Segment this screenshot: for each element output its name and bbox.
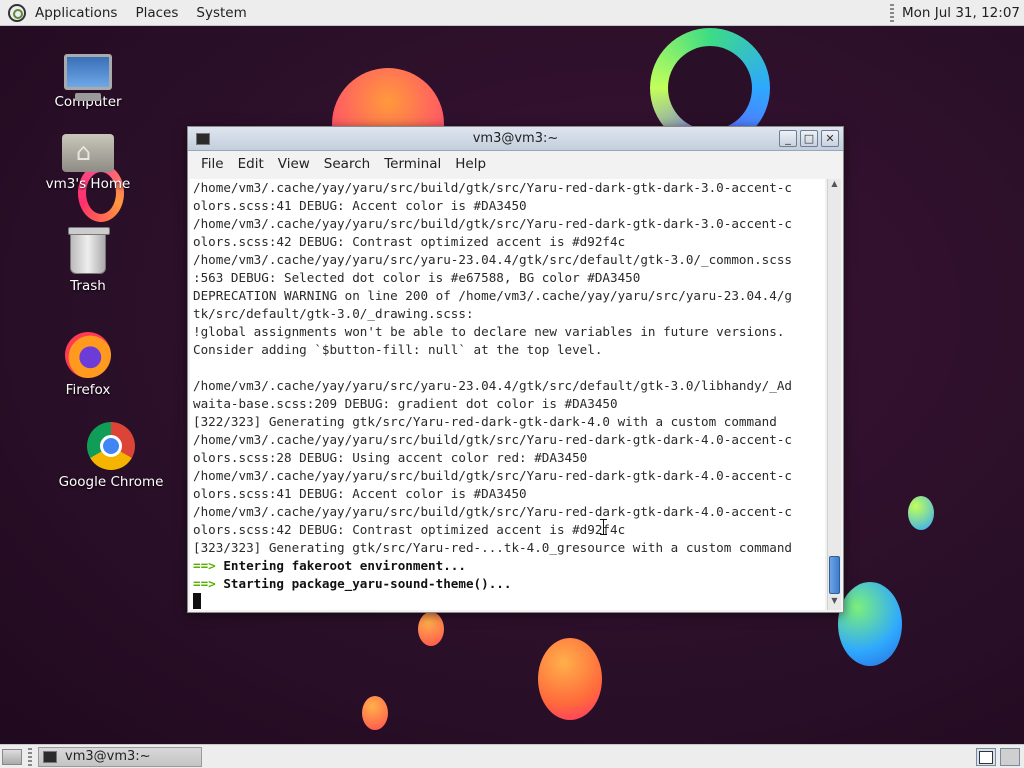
terminal-line: /home/vm3/.cache/yay/yaru/src/build/gtk/… (193, 432, 792, 447)
terminal-app-icon (43, 750, 57, 763)
maximize-button[interactable]: □ (800, 130, 818, 147)
terminal-line: :563 DEBUG: Selected dot color is #e6758… (193, 270, 641, 285)
terminal-cursor (193, 593, 201, 609)
taskbar-item-terminal[interactable]: vm3@vm3:~ (38, 746, 202, 767)
terminal-line: olors.scss:41 DEBUG: Accent color is #DA… (193, 198, 527, 213)
terminal-line: tk/src/default/gtk-3.0/_drawing.scss: (193, 306, 474, 321)
scroll-down-arrow-icon[interactable]: ▼ (828, 596, 841, 608)
desktop-icon-trash[interactable]: Trash (28, 226, 148, 294)
decor-small-orange-circle (362, 696, 388, 730)
show-desktop-icon[interactable] (2, 748, 22, 765)
terminal-prompt-line (193, 593, 825, 610)
scroll-up-arrow-icon[interactable]: ▲ (828, 179, 841, 191)
applications-menu[interactable]: Applications (26, 5, 126, 21)
terminal-line: /home/vm3/.cache/yay/yaru/src/build/gtk/… (193, 468, 792, 483)
terminal-status-line: ==> Entering fakeroot environment... (193, 557, 825, 575)
terminal-line: Consider adding `$button-fill: null` at … (193, 342, 603, 357)
terminal-window[interactable]: vm3@vm3:~ _ □ ✕ File Edit View Search Te… (187, 126, 844, 613)
panel-handle-icon (28, 747, 32, 766)
system-menu[interactable]: System (187, 5, 255, 21)
terminal-line: /home/vm3/.cache/yay/yaru/src/build/gtk/… (193, 216, 792, 231)
minimize-button[interactable]: _ (779, 130, 797, 147)
terminal-app-icon[interactable] (196, 132, 210, 145)
decor-blue-green-oval (838, 582, 902, 666)
desktop-icon-label: Trash (70, 278, 106, 294)
workspace-1[interactable] (976, 747, 996, 766)
desktop-icon-home[interactable]: vm3's Home (28, 126, 148, 192)
scrollbar-thumb[interactable] (829, 556, 840, 594)
menu-file[interactable]: File (194, 156, 231, 172)
status-arrow: ==> (193, 576, 216, 591)
terminal-line: /home/vm3/.cache/yay/yaru/src/yaru-23.04… (193, 252, 792, 267)
distro-logo-icon[interactable] (8, 3, 26, 22)
desktop-icon-label: Google Chrome (58, 474, 164, 490)
desktop-icon-label: Firefox (65, 382, 111, 398)
terminal-line: [322/323] Generating gtk/src/Yaru-red-da… (193, 414, 777, 429)
menu-view[interactable]: View (271, 156, 317, 172)
menu-edit[interactable]: Edit (231, 156, 271, 172)
terminal-line: DEPRECATION WARNING on line 200 of /home… (193, 288, 792, 303)
desktop-icon-label: vm3's Home (45, 176, 131, 192)
taskbar-item-label: vm3@vm3:~ (65, 749, 151, 764)
menu-search[interactable]: Search (317, 156, 377, 172)
clock[interactable]: Mon Jul 31, 12:07 (902, 5, 1020, 21)
terminal-text: /home/vm3/.cache/yay/yaru/src/build/gtk/… (190, 179, 825, 610)
window-title: vm3@vm3:~ (472, 131, 559, 146)
terminal-line: /home/vm3/.cache/yay/yaru/src/build/gtk/… (193, 504, 792, 519)
terminal-menubar: File Edit View Search Terminal Help (188, 151, 843, 177)
panel-handle-icon[interactable] (890, 3, 894, 22)
terminal-line: olors.scss:41 DEBUG: Accent color is #DA… (193, 486, 527, 501)
window-titlebar[interactable]: vm3@vm3:~ _ □ ✕ (188, 127, 843, 151)
status-text: Starting package_yaru-sound-theme()... (215, 576, 512, 591)
workspace-2[interactable] (1000, 747, 1020, 766)
terminal-line: olors.scss:42 DEBUG: Contrast optimized … (193, 234, 626, 249)
terminal-status-line: ==> Starting package_yaru-sound-theme().… (193, 575, 825, 593)
chrome-icon (87, 422, 135, 470)
bottom-panel: vm3@vm3:~ (0, 744, 1024, 768)
firefox-icon (65, 332, 111, 378)
menu-terminal[interactable]: Terminal (377, 156, 448, 172)
menu-help[interactable]: Help (448, 156, 493, 172)
decor-small-green-oval (908, 496, 934, 530)
close-button[interactable]: ✕ (821, 130, 839, 147)
terminal-line: !global assignments won't be able to dec… (193, 324, 785, 339)
terminal-line: waita-base.scss:209 DEBUG: gradient dot … (193, 396, 618, 411)
desktop-icon-chrome[interactable]: Google Chrome (50, 418, 172, 490)
window-controls: _ □ ✕ (779, 130, 839, 147)
decor-orange-oval (538, 638, 602, 720)
terminal-line: olors.scss:28 DEBUG: Using accent color … (193, 450, 588, 465)
terminal-line: [323/323] Generating gtk/src/Yaru-red-..… (193, 540, 792, 555)
home-folder-icon (62, 134, 114, 172)
trash-icon (68, 227, 110, 274)
terminal-scrollbar[interactable]: ▲ ▼ (827, 179, 841, 610)
terminal-line: /home/vm3/.cache/yay/yaru/src/yaru-23.04… (193, 378, 792, 393)
desktop-icon-computer[interactable]: Computer (28, 46, 148, 110)
text-cursor-ibeam-icon (600, 519, 609, 535)
terminal-line: /home/vm3/.cache/yay/yaru/src/build/gtk/… (193, 180, 792, 195)
terminal-line: olors.scss:42 DEBUG: Contrast optimized … (193, 522, 626, 537)
terminal-output[interactable]: /home/vm3/.cache/yay/yaru/src/build/gtk/… (190, 179, 825, 610)
desktop-icon-firefox[interactable]: Firefox (28, 326, 148, 398)
top-panel: Applications Places System Mon Jul 31, 1… (0, 0, 1024, 26)
decor-small-orange-circle (418, 612, 444, 646)
computer-icon (64, 54, 112, 101)
places-menu[interactable]: Places (126, 5, 187, 21)
status-arrow: ==> (193, 558, 216, 573)
status-text: Entering fakeroot environment... (215, 558, 466, 573)
